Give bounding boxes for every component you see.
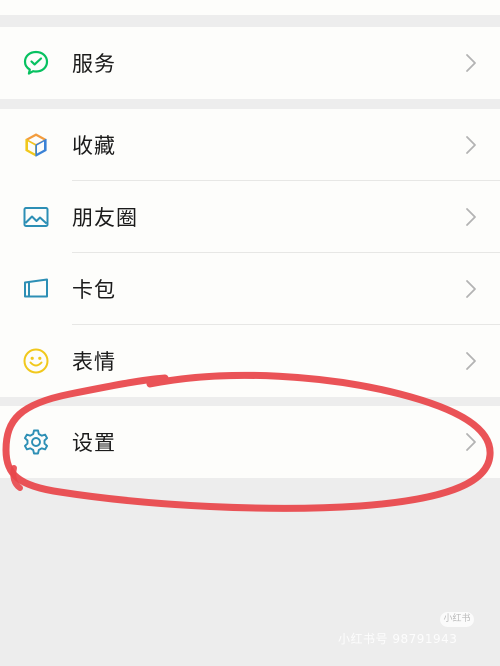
features-group: 收藏 朋友圈 卡包 表情 [0, 109, 500, 397]
settings-group: 设置 [0, 406, 500, 478]
menu-item-label: 服务 [72, 52, 116, 76]
menu-item-favorites[interactable]: 收藏 [0, 109, 500, 181]
menu-item-services[interactable]: 服务 [0, 27, 500, 99]
smiley-icon [22, 347, 50, 375]
services-group: 服务 [0, 27, 500, 99]
menu-item-label: 朋友圈 [72, 206, 138, 230]
menu-item-settings[interactable]: 设置 [0, 406, 500, 478]
chevron-right-icon [466, 352, 476, 370]
top-card-edge [0, 0, 500, 15]
chevron-right-icon [466, 433, 476, 451]
chevron-right-icon [466, 280, 476, 298]
menu-item-label: 表情 [72, 350, 116, 374]
cube-icon [22, 131, 50, 159]
chevron-right-icon [466, 54, 476, 72]
wechat-pay-icon [22, 49, 50, 77]
image-icon [22, 203, 50, 231]
chevron-right-icon [466, 136, 476, 154]
gear-icon [22, 428, 50, 456]
menu-item-stickers[interactable]: 表情 [0, 325, 500, 397]
menu-item-card-wallet[interactable]: 卡包 [0, 253, 500, 325]
menu-item-label: 卡包 [72, 278, 116, 302]
watermark-text: 小红书号 98791943 [338, 632, 458, 646]
watermark-badge: 小红书 [440, 612, 474, 627]
menu-item-moments[interactable]: 朋友圈 [0, 181, 500, 253]
menu-item-label: 设置 [72, 431, 116, 455]
chevron-right-icon [466, 208, 476, 226]
menu-item-label: 收藏 [72, 134, 116, 158]
card-wallet-icon [22, 275, 50, 303]
